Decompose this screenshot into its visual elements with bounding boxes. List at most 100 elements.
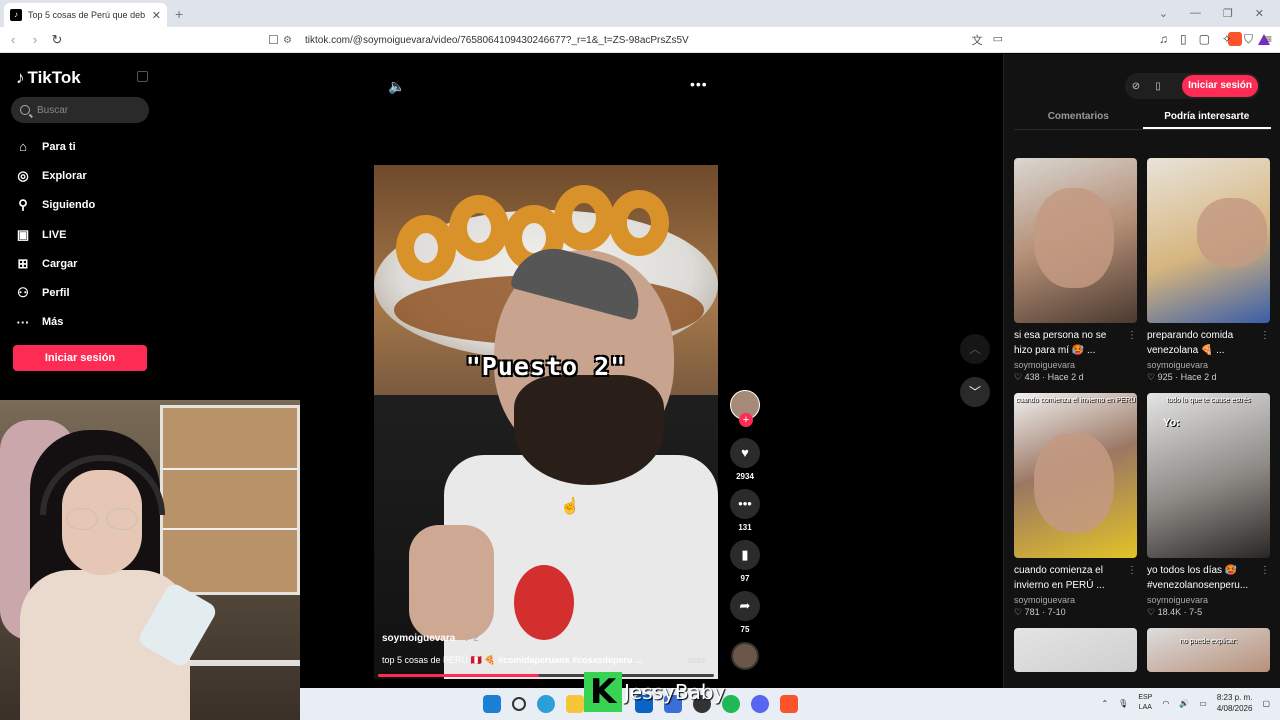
back-button[interactable]: ‹ — [2, 32, 24, 47]
search-icon[interactable] — [512, 697, 526, 711]
spiderman-print — [514, 565, 574, 640]
windows-start-icon[interactable] — [483, 695, 501, 713]
suggested-video-card[interactable]: si esa persona no se hizo para mí 🥵 ... ⋮… — [1014, 158, 1137, 383]
sidebar-item-siguiendo[interactable]: ⚲ Siguiendo — [15, 191, 95, 220]
creator-avatar[interactable]: + — [730, 390, 760, 427]
action-bar: + ♥ 2934 ••• 131 ▮ 97 ➦ 75 — [729, 390, 761, 670]
comment-button[interactable]: ••• — [730, 489, 760, 519]
suggested-video-card[interactable]: no puede explicar: — [1147, 628, 1270, 672]
vpn-icon[interactable]: ⛉ — [1244, 32, 1253, 47]
picaron-ring — [396, 215, 456, 281]
more-button[interactable]: más — [688, 655, 706, 665]
video-username[interactable]: soymoiguevara — [382, 633, 455, 644]
maximize-button[interactable]: ❐ — [1223, 7, 1233, 20]
suggested-video-card[interactable]: preparando comida venezolana 🍕 ... ⋮ soym… — [1147, 158, 1270, 383]
close-tab-icon[interactable]: ✕ — [152, 9, 161, 22]
more-options-icon[interactable]: ••• — [690, 76, 708, 92]
suggested-video-card[interactable]: todo lo que te cause estrés Yo: yo todos … — [1147, 393, 1270, 618]
close-window-button[interactable]: ✕ — [1255, 7, 1264, 20]
tray-overflow-icon[interactable]: ⌃ — [1101, 699, 1108, 708]
notifications-icon[interactable]: ▢ — [1262, 699, 1270, 708]
follow-plus-icon[interactable]: + — [739, 413, 753, 427]
video-date: · 7-2 — [458, 633, 479, 644]
video-player[interactable]: "Puesto 2" soymoiguevara · 7-2 top 5 cos… — [374, 165, 718, 679]
clock[interactable]: 8:23 p. m. 4/08/2026 — [1217, 692, 1253, 714]
card-more-icon[interactable]: ⋮ — [1127, 328, 1137, 343]
card-title[interactable]: si esa persona no se hizo para mí 🥵 ... ⋮ — [1014, 328, 1137, 358]
login-button[interactable]: Iniciar sesión — [13, 345, 147, 371]
card-more-icon[interactable]: ⋮ — [1260, 563, 1270, 578]
card-more-icon[interactable]: ⋮ — [1260, 328, 1270, 343]
sidebar-toggle-icon[interactable]: ▯ — [1180, 32, 1187, 47]
previous-video-button[interactable]: ︿ — [960, 334, 990, 364]
volume-icon[interactable]: 🔊 — [1179, 699, 1189, 708]
video-thumbnail[interactable]: cuando comienza el invierno en PERÚ — [1014, 393, 1137, 558]
like-count: 2934 — [736, 472, 754, 481]
video-thumbnail[interactable] — [1014, 628, 1137, 672]
minimize-button[interactable]: — — [1190, 7, 1201, 20]
thumbnail-yo-label: Yo: — [1163, 417, 1180, 429]
card-author[interactable]: soymoiguevara — [1014, 595, 1137, 605]
wallet-icon[interactable]: ▢ — [1199, 32, 1210, 47]
collapse-sidebar-icon[interactable] — [137, 71, 148, 82]
card-title[interactable]: preparando comida venezolana 🍕 ... ⋮ — [1147, 328, 1270, 358]
menu-icon[interactable]: ≡ — [1265, 32, 1272, 47]
tiktok-logo[interactable]: ♪ TikTok — [16, 68, 81, 88]
video-thumbnail[interactable] — [1147, 158, 1270, 323]
edge-icon[interactable] — [537, 695, 555, 713]
card-author[interactable]: soymoiguevara — [1014, 360, 1137, 370]
search-input[interactable]: Buscar — [11, 97, 149, 123]
reload-button[interactable]: ↻ — [46, 32, 68, 48]
card-author[interactable]: soymoiguevara — [1147, 595, 1270, 605]
sidebar-item-cargar[interactable]: ⊞ Cargar — [15, 249, 95, 278]
suggested-video-card[interactable] — [1014, 628, 1137, 672]
media-icon[interactable]: ♫ — [1159, 32, 1168, 47]
leo-ai-icon[interactable]: ✧ — [1222, 32, 1232, 47]
bookmark-icon[interactable]: ☐ — [268, 33, 279, 47]
url-field[interactable]: ⚙ tiktok.com/@soymoiguevara/video/765806… — [283, 30, 1003, 50]
music-disc-avatar[interactable] — [731, 642, 759, 670]
video-author[interactable]: soymoiguevara · 7-2 — [382, 633, 479, 644]
card-title[interactable]: cuando comienza el invierno en PERÚ ... ⋮ — [1014, 563, 1137, 593]
video-thumbnail[interactable]: todo lo que te cause estrés Yo: — [1147, 393, 1270, 558]
card-more-icon[interactable]: ⋮ — [1127, 563, 1137, 578]
like-button[interactable]: ♥ — [730, 438, 760, 468]
phone-icon[interactable]: ▯ — [1147, 81, 1169, 92]
sidebar-item-mas[interactable]: ··· Más — [15, 308, 95, 337]
browser-tab[interactable]: ♪ Top 5 cosas de Perú que deb ✕ — [4, 3, 167, 27]
card-title[interactable]: yo todos los días 🥵 #venezolanosenperu..… — [1147, 563, 1270, 593]
upload-icon: ⊞ — [17, 255, 29, 271]
save-button[interactable]: ▮ — [730, 540, 760, 570]
forward-button[interactable]: › — [24, 32, 46, 47]
translate-icon[interactable]: 文 — [972, 32, 983, 48]
coin-icon[interactable]: ⊘ — [1125, 81, 1147, 92]
webcam-overlay — [0, 400, 300, 720]
tab-comentarios[interactable]: Comentarios — [1014, 104, 1143, 129]
language-indicator[interactable]: ESP LAA — [1138, 693, 1152, 713]
cast-icon[interactable]: ▭ — [993, 32, 1003, 48]
volume-icon[interactable]: 🔈 — [388, 78, 405, 95]
suggested-video-card[interactable]: cuando comienza el invierno en PERÚ cuan… — [1014, 393, 1137, 618]
tiktok-favicon-icon: ♪ — [10, 9, 22, 21]
discord-icon[interactable] — [751, 695, 769, 713]
sidebar-item-para-ti[interactable]: ⌂ Para ti — [15, 132, 95, 161]
header-login-button[interactable]: Iniciar sesión — [1182, 75, 1258, 97]
new-tab-button[interactable]: + — [175, 6, 183, 22]
mic-icon[interactable]: 🎙 — [1118, 699, 1128, 708]
site-info-icon[interactable]: ⚙ — [283, 35, 297, 46]
file-explorer-icon[interactable] — [566, 695, 584, 713]
next-video-button[interactable]: ﹀ — [960, 377, 990, 407]
sidebar-item-explorar[interactable]: ◎ Explorar — [15, 161, 95, 190]
card-author[interactable]: soymoiguevara — [1147, 360, 1270, 370]
tab-podria-interesarte[interactable]: Podría interesarte — [1142, 104, 1271, 129]
brave-icon[interactable] — [780, 695, 798, 713]
sidebar-item-live[interactable]: ▣ LIVE — [15, 220, 95, 249]
video-hashtags[interactable]: #comidaperuana #cosasdeperu ... — [498, 655, 643, 665]
share-button[interactable]: ➦ — [730, 591, 760, 621]
battery-icon[interactable]: ▭ — [1199, 699, 1207, 708]
video-thumbnail[interactable] — [1014, 158, 1137, 323]
video-thumbnail[interactable]: no puede explicar: — [1147, 628, 1270, 672]
wifi-icon[interactable]: ◠ — [1162, 699, 1169, 708]
sidebar-item-perfil[interactable]: ⚇ Perfil — [15, 278, 95, 307]
tab-search-icon[interactable]: ⌄ — [1159, 7, 1168, 20]
